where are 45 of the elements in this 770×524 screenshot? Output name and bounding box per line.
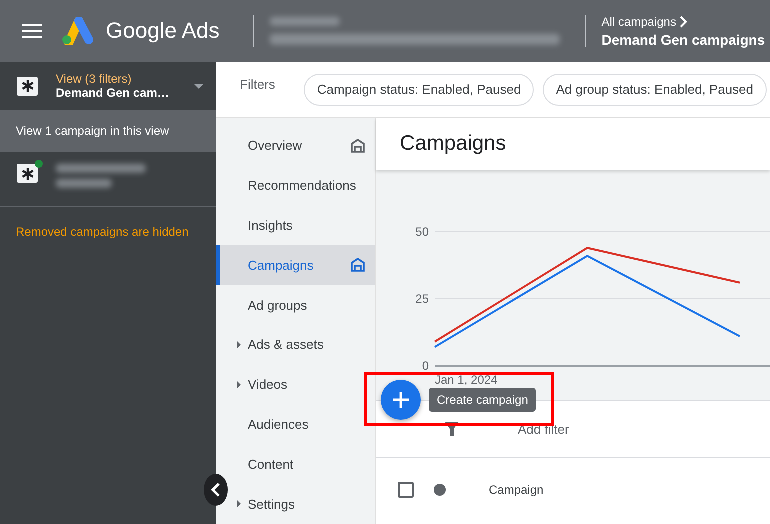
nav-item[interactable]: Campaigns	[216, 245, 375, 286]
menu-icon[interactable]	[22, 24, 42, 38]
notice-text: Removed campaigns are hidden	[15, 224, 190, 241]
expand-arrow-icon	[237, 380, 241, 389]
chevron-right-icon	[680, 16, 688, 28]
expand-arrow-icon	[237, 500, 241, 508]
filter-chip[interactable]: Campaign status: Enabled, Paused	[304, 74, 534, 106]
view-selector[interactable]: View (3 filters) Demand Gen cam…	[0, 62, 216, 110]
nav-item[interactable]: Audiences	[234, 404, 375, 444]
nav-item[interactable]: Insights	[234, 206, 375, 246]
nav-item[interactable]: Content	[234, 444, 375, 484]
nav-item[interactable]: Videos	[234, 364, 375, 405]
breadcrumb-link[interactable]: All campaigns	[602, 14, 766, 28]
home-icon	[351, 138, 365, 153]
view-name: Demand Gen cam…	[56, 86, 170, 100]
nav-item[interactable]: Ad groups	[234, 285, 375, 325]
filter-chip[interactable]: Ad group status: Enabled, Paused	[543, 74, 767, 106]
logo-icon	[60, 17, 94, 45]
tooltip: Create campaign	[429, 388, 536, 412]
asterisk-icon	[17, 76, 38, 96]
axis-tick-label: 0	[422, 359, 429, 373]
nav-item[interactable]: Ads & assets	[234, 324, 375, 365]
page-title: Campaigns	[400, 132, 506, 156]
create-campaign-button[interactable]	[381, 380, 421, 420]
view-banner: View 1 campaign in this view	[0, 110, 216, 152]
axis-tick-label: 25	[416, 292, 429, 306]
nav-item[interactable]: Recommendations	[234, 166, 375, 206]
caret-icon	[194, 84, 204, 88]
nav-item[interactable]: Settings	[234, 484, 375, 524]
nav-item[interactable]: Overview	[234, 126, 375, 166]
breadcrumb-current: Demand Gen campaigns	[602, 32, 766, 48]
view-label: View (3 filters)	[56, 72, 133, 86]
home-icon	[351, 258, 365, 272]
filters-label: Filters	[240, 77, 276, 92]
chevron-left-icon	[211, 482, 221, 498]
column-header[interactable]: Campaign	[489, 483, 544, 497]
asterisk-icon	[17, 164, 38, 183]
date-label: Jan 1, 2024	[435, 373, 498, 387]
plus-icon	[392, 391, 410, 409]
axis-tick-label: 50	[416, 225, 429, 239]
filter-icon[interactable]	[444, 421, 460, 437]
status-dot-icon	[434, 484, 446, 496]
select-all-checkbox[interactable]	[398, 482, 414, 498]
expand-arrow-icon	[237, 340, 241, 349]
brand-name: Google Ads	[106, 18, 220, 44]
